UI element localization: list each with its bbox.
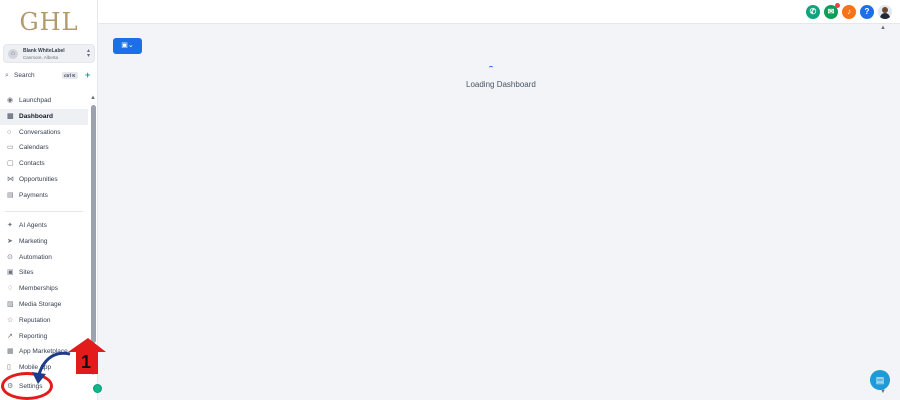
phone-icon[interactable]: ✆ [806, 5, 820, 19]
sparkle-icon: ✦ [7, 222, 13, 229]
search-bar[interactable]: ⌕ Search ctrl K + [4, 70, 94, 83]
send-icon: ➤ [7, 237, 13, 245]
sidebar-item-label: Calendars [19, 144, 49, 152]
annotation-circle [1, 372, 53, 400]
sidebar-item-label: AI Agents [19, 222, 47, 229]
image-icon: ▨ [7, 300, 14, 308]
nav-secondary: ✦ AI Agents ➤ Marketing ⊙ Automation ▣ Sites… [0, 218, 88, 376]
page-scroll-up-icon[interactable]: ▲ [880, 25, 886, 31]
avatar[interactable] [878, 5, 892, 19]
search-shortcut: ctrl K [62, 72, 78, 79]
membership-icon: ♢ [7, 285, 14, 293]
brand-logo[interactable]: GHL [0, 8, 98, 36]
sidebar-scrollbar[interactable]: ▲ ▼ [90, 95, 96, 380]
sidebar-item-label: Marketing [19, 237, 48, 245]
avatar-body [880, 13, 890, 19]
notification-badge [835, 3, 840, 8]
rocket-icon: ◉ [7, 97, 14, 104]
help-icon[interactable]: ? [860, 5, 874, 19]
sidebar-item-reporting[interactable]: ↗ Reporting [0, 329, 88, 345]
chat-icon: ▤ [875, 375, 885, 385]
sidebar-item-marketing[interactable]: ➤ Marketing [0, 234, 88, 250]
star-icon: ☆ [7, 316, 14, 324]
sidebar-item-app-marketplace[interactable]: ▦ App Marketplace [0, 344, 88, 360]
sidebar-item-memberships[interactable]: ♢ Memberships [0, 281, 88, 297]
sidebar-item-launchpad[interactable]: ◉ Launchpad [0, 93, 88, 109]
loading-spinner [488, 66, 494, 72]
status-dot [93, 384, 102, 393]
account-location: Canmore, Alberta [23, 55, 59, 60]
loading-text: Loading Dashboard [466, 80, 536, 89]
sidebar-item-label: Launchpad [19, 97, 52, 104]
sidebar-item-label: Opportunities [19, 175, 58, 183]
sidebar-item-media-storage[interactable]: ▨ Media Storage [0, 297, 88, 313]
scroll-thumb[interactable] [91, 105, 96, 343]
nav-primary: ◉ Launchpad ▦ Dashboard ○ Conversations ▭ Ca… [0, 93, 88, 204]
bell-icon[interactable]: ♪ [842, 5, 856, 19]
scroll-up-icon[interactable]: ▲ [90, 95, 96, 101]
sidebar-item-label: Reporting [19, 332, 48, 340]
sidebar-item-automation[interactable]: ⊙ Automation [0, 250, 88, 266]
chart-icon: ↗ [7, 332, 13, 340]
account-switcher[interactable]: ⌂ Blank WhiteLabel Canmore, Alberta ▴ ▾ [3, 44, 95, 63]
sidebar-item-reputation[interactable]: ☆ Reputation [0, 313, 88, 329]
sidebar-item-label: Dashboard [19, 112, 53, 120]
sidebar-item-label: Memberships [19, 285, 59, 293]
chat-icon: ○ [7, 128, 12, 136]
quick-add-icon[interactable]: + [85, 70, 90, 80]
sites-icon: ▣ [7, 269, 14, 277]
scroll-down-icon[interactable]: ▼ [90, 371, 96, 377]
grid-icon: ▦ [7, 112, 14, 120]
chevron-down-icon: ⌄ [127, 42, 134, 49]
sidebar-item-payments[interactable]: ▤ Payments [0, 188, 88, 204]
sidebar: GHL ⌂ Blank WhiteLabel Canmore, Alberta … [0, 0, 98, 400]
sidebar-item-label: Payments [19, 191, 48, 199]
sidebar-item-label: Sites [19, 269, 34, 277]
chat-widget-button[interactable]: ▤ [870, 370, 890, 390]
account-name: Blank WhiteLabel [23, 48, 65, 54]
layout-icon: ▣ [121, 42, 128, 49]
sidebar-item-ai-agents[interactable]: ✦ AI Agents [0, 218, 88, 234]
sidebar-item-label: App Marketplace [19, 348, 68, 356]
sidebar-item-dashboard[interactable]: ▦ Dashboard [0, 108, 88, 125]
sidebar-item-conversations[interactable]: ○ Conversations [0, 125, 88, 141]
chevron-updown-icon: ▴ ▾ [86, 48, 90, 59]
contacts-icon: ▢ [7, 160, 14, 168]
apps-icon: ▦ [7, 348, 14, 356]
sidebar-item-label: Mobile App [19, 364, 52, 372]
annotation-overlay: 1 [32, 338, 106, 384]
sidebar-item-label: Automation [19, 253, 52, 261]
sidebar-item-contacts[interactable]: ▢ Contacts [0, 156, 88, 172]
account-icon: ⌂ [8, 49, 18, 59]
sidebar-item-label: Contacts [19, 160, 45, 168]
layout-switcher-button[interactable]: ▣⌄ [113, 38, 142, 54]
search-icon: ⌕ [5, 72, 9, 79]
nav-divider [5, 211, 83, 212]
sidebar-item-label: Reputation [19, 316, 51, 324]
sidebar-item-calendars[interactable]: ▭ Calendars [0, 140, 88, 156]
funnel-icon: ⋈ [7, 175, 14, 183]
sidebar-item-opportunities[interactable]: ⋈ Opportunities [0, 172, 88, 188]
search-label: Search [14, 72, 35, 79]
sidebar-item-label: Conversations [19, 128, 61, 136]
megaphone-icon[interactable]: ✉ [824, 3, 840, 19]
sidebar-item-label: Media Storage [19, 300, 62, 308]
sidebar-item-sites[interactable]: ▣ Sites [0, 265, 88, 281]
top-bar: ✆ ✉ ♪ ? [98, 0, 900, 24]
phone-icon: ▯ [7, 364, 11, 372]
calendar-icon: ▭ [7, 144, 14, 152]
automation-icon: ⊙ [7, 253, 13, 261]
receipt-icon: ▤ [7, 191, 14, 199]
